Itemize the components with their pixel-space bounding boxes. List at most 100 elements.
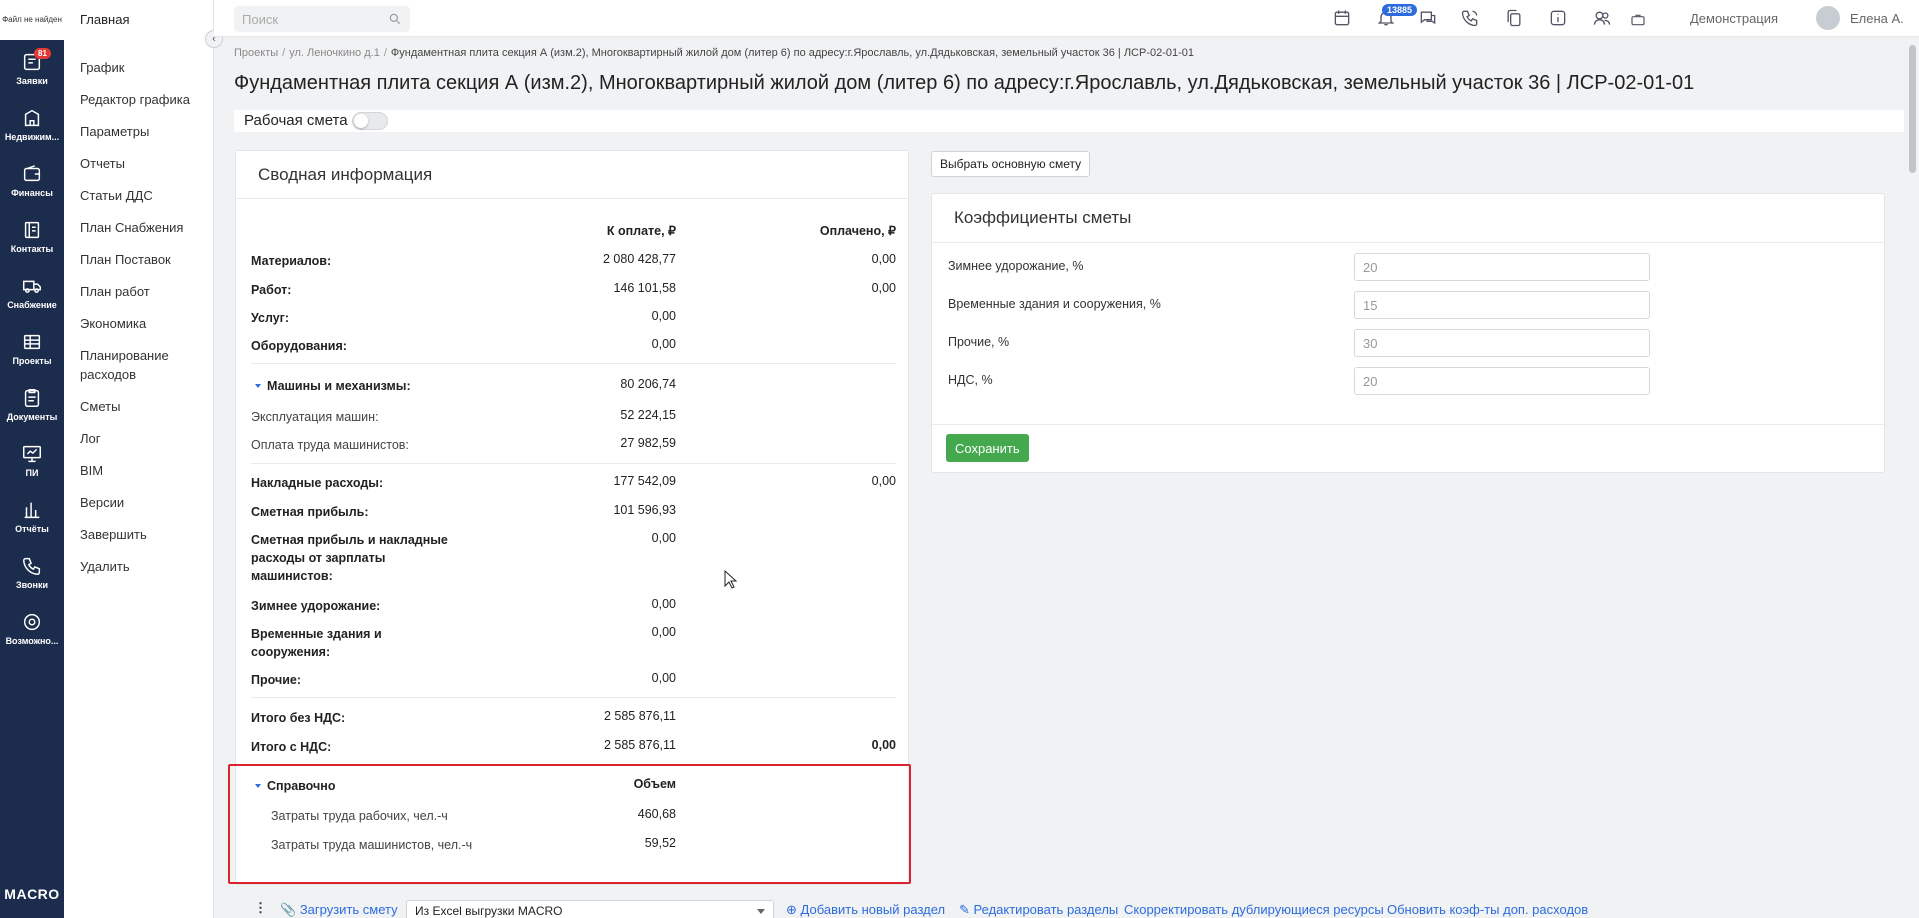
update-coef-link[interactable]: Обновить коэф-ты доп. расходов [1387, 902, 1588, 917]
fix-duplicates-link[interactable]: Скорректировать дублирующиеся ресурсы [1124, 902, 1384, 917]
upload-estimate-link[interactable]: 📎 Загрузить смету [280, 902, 398, 918]
row-label: Итого с НДС: [251, 740, 332, 754]
row-label: Зимнее удорожание: [251, 599, 381, 613]
search-input[interactable]: Поиск [234, 6, 410, 32]
choose-main-estimate-button[interactable]: Выбрать основную смету [931, 151, 1091, 177]
rail-item-projects[interactable]: Проекты [0, 320, 64, 376]
rail-item-features[interactable]: Возможно... [0, 600, 64, 656]
row-to-pay: 0,00 [651, 597, 676, 611]
copy-icon[interactable] [1504, 8, 1524, 28]
avatar[interactable] [1816, 6, 1840, 30]
coef-label: Зимнее удорожание, % [948, 259, 1084, 273]
row-to-pay: 0,00 [651, 625, 676, 639]
rail-item-contacts[interactable]: Контакты [0, 208, 64, 264]
row-label: Итого без НДС: [251, 711, 346, 725]
phone-call-icon[interactable] [1460, 8, 1480, 28]
rail-item-pi[interactable]: ПИ [0, 432, 64, 488]
nav-item-estimates[interactable]: Сметы [80, 397, 205, 416]
nav-item-work-plan[interactable]: План работ [80, 282, 205, 301]
row-to-pay: 0,00 [651, 337, 676, 351]
rail-item-supply[interactable]: Снабжение [0, 264, 64, 320]
nav-list: График Редактор графика Параметры Отчеты… [80, 58, 205, 589]
page-scrollbar[interactable] [1906, 37, 1919, 918]
rail-item-label: Недвижим... [4, 131, 60, 142]
caret-down-icon [255, 384, 261, 388]
rail-item-reports[interactable]: Отчёты [0, 488, 64, 544]
breadcrumb-object[interactable]: ул. Леночкино д.1 [289, 47, 380, 59]
monitor-icon [23, 445, 41, 462]
nav-item-supply-plan[interactable]: План Снабжения [80, 218, 205, 237]
project-sidebar: Главная ‹ График Редактор графика Параме… [64, 0, 223, 918]
save-button[interactable]: Сохранить [946, 434, 1029, 462]
coef-other-input[interactable]: 30 [1354, 329, 1650, 357]
row-label: Услуг: [251, 311, 290, 325]
row-to-pay: 2 585 876,11 [603, 709, 676, 723]
rail-item-finance[interactable]: Финансы [0, 152, 64, 208]
company-logo[interactable]: Файл не найден [0, 0, 64, 40]
add-section-label: Добавить новый раздел [800, 902, 946, 917]
nav-item-log[interactable]: Лог [80, 429, 205, 448]
row-label: Сметная прибыль: [251, 505, 369, 519]
working-estimate-toggle[interactable] [352, 112, 388, 130]
coef-winter-input[interactable]: 20 [1354, 253, 1650, 281]
chat-icon[interactable] [1418, 8, 1438, 28]
rail-item-requests[interactable]: 81 Заявки [0, 40, 64, 96]
more-vertical-icon[interactable]: ⋮ [254, 900, 267, 916]
row-label: Накладные расходы: [251, 476, 384, 490]
gear-icon [23, 613, 41, 630]
row-label: Материалов: [251, 254, 332, 268]
projects-icon [23, 334, 41, 349]
documents-icon [24, 388, 40, 407]
row-to-pay: 27 982,59 [620, 436, 676, 450]
row-label: Временные здания и сооружения: [251, 627, 382, 659]
scrollbar-thumb[interactable] [1909, 45, 1916, 173]
wallet-icon [23, 164, 41, 181]
row-to-pay: 0,00 [651, 671, 676, 685]
top-bar: Поиск 13885 Демонстрация Елена А. [214, 0, 1919, 37]
nav-item-schedule-editor[interactable]: Редактор графика [80, 90, 205, 109]
nav-item-reports[interactable]: Отчеты [80, 154, 205, 173]
calendar-icon[interactable] [1332, 8, 1352, 28]
rail-item-documents[interactable]: Документы [0, 376, 64, 432]
nav-item-cashflow-items[interactable]: Статьи ДДС [80, 186, 205, 205]
pencil-icon: ✎ [959, 902, 970, 917]
nav-item-parameters[interactable]: Параметры [80, 122, 205, 141]
coef-temp-input[interactable]: 15 [1354, 291, 1650, 319]
row-to-pay: 0,00 [651, 531, 676, 545]
coef-label: НДС, % [948, 373, 993, 387]
user-name[interactable]: Елена А. [1850, 11, 1904, 26]
add-section-link[interactable]: ⊕ Добавить новый раздел [786, 902, 945, 918]
nav-item-economics[interactable]: Экономика [80, 314, 205, 333]
nav-item-complete[interactable]: Завершить [80, 525, 205, 544]
rail-item-calls[interactable]: Звонки [0, 544, 64, 600]
estimate-toolbar: ⋮ 📎 Загрузить смету Из Excel выгрузки MA… [234, 898, 1904, 918]
edit-sections-link[interactable]: ✎ Редактировать разделы [959, 902, 1118, 918]
nav-item-bim[interactable]: BIM [80, 461, 205, 480]
coef-vat-input[interactable]: 20 [1354, 367, 1650, 395]
nav-item-expense-planning[interactable]: Планирование расходов [80, 346, 205, 384]
rail-item-label: Звонки [15, 579, 49, 590]
nav-item-versions[interactable]: Версии [80, 493, 205, 512]
rail-item-label: Финансы [11, 187, 53, 198]
rail-item-label: Проекты [12, 355, 52, 366]
phone-icon [23, 557, 41, 575]
import-source-select[interactable]: Из Excel выгрузки MACRO [406, 900, 774, 918]
rail-item-realty[interactable]: Недвижим... [0, 96, 64, 152]
requests-badge: 81 [34, 48, 51, 59]
nav-item-schedule[interactable]: График [80, 58, 205, 77]
nav-item-delete[interactable]: Удалить [80, 557, 205, 576]
divider [251, 363, 896, 364]
plus-circle-icon: ⊕ [786, 902, 797, 917]
demo-label[interactable]: Демонстрация [1690, 11, 1778, 26]
users-icon[interactable] [1592, 8, 1612, 28]
row-paid: 0,00 [871, 252, 896, 266]
row-paid: 0,00 [871, 738, 896, 752]
divider [251, 463, 896, 464]
row-to-pay: 2 585 876,11 [603, 738, 676, 752]
rail-item-label: Документы [6, 411, 58, 422]
breadcrumb-projects[interactable]: Проекты [234, 47, 278, 59]
nav-item-delivery-plan[interactable]: План Поставок [80, 250, 205, 269]
row-to-pay: 52 224,15 [620, 408, 676, 422]
nav-home[interactable]: Главная [80, 12, 129, 27]
info-icon[interactable] [1548, 8, 1568, 28]
